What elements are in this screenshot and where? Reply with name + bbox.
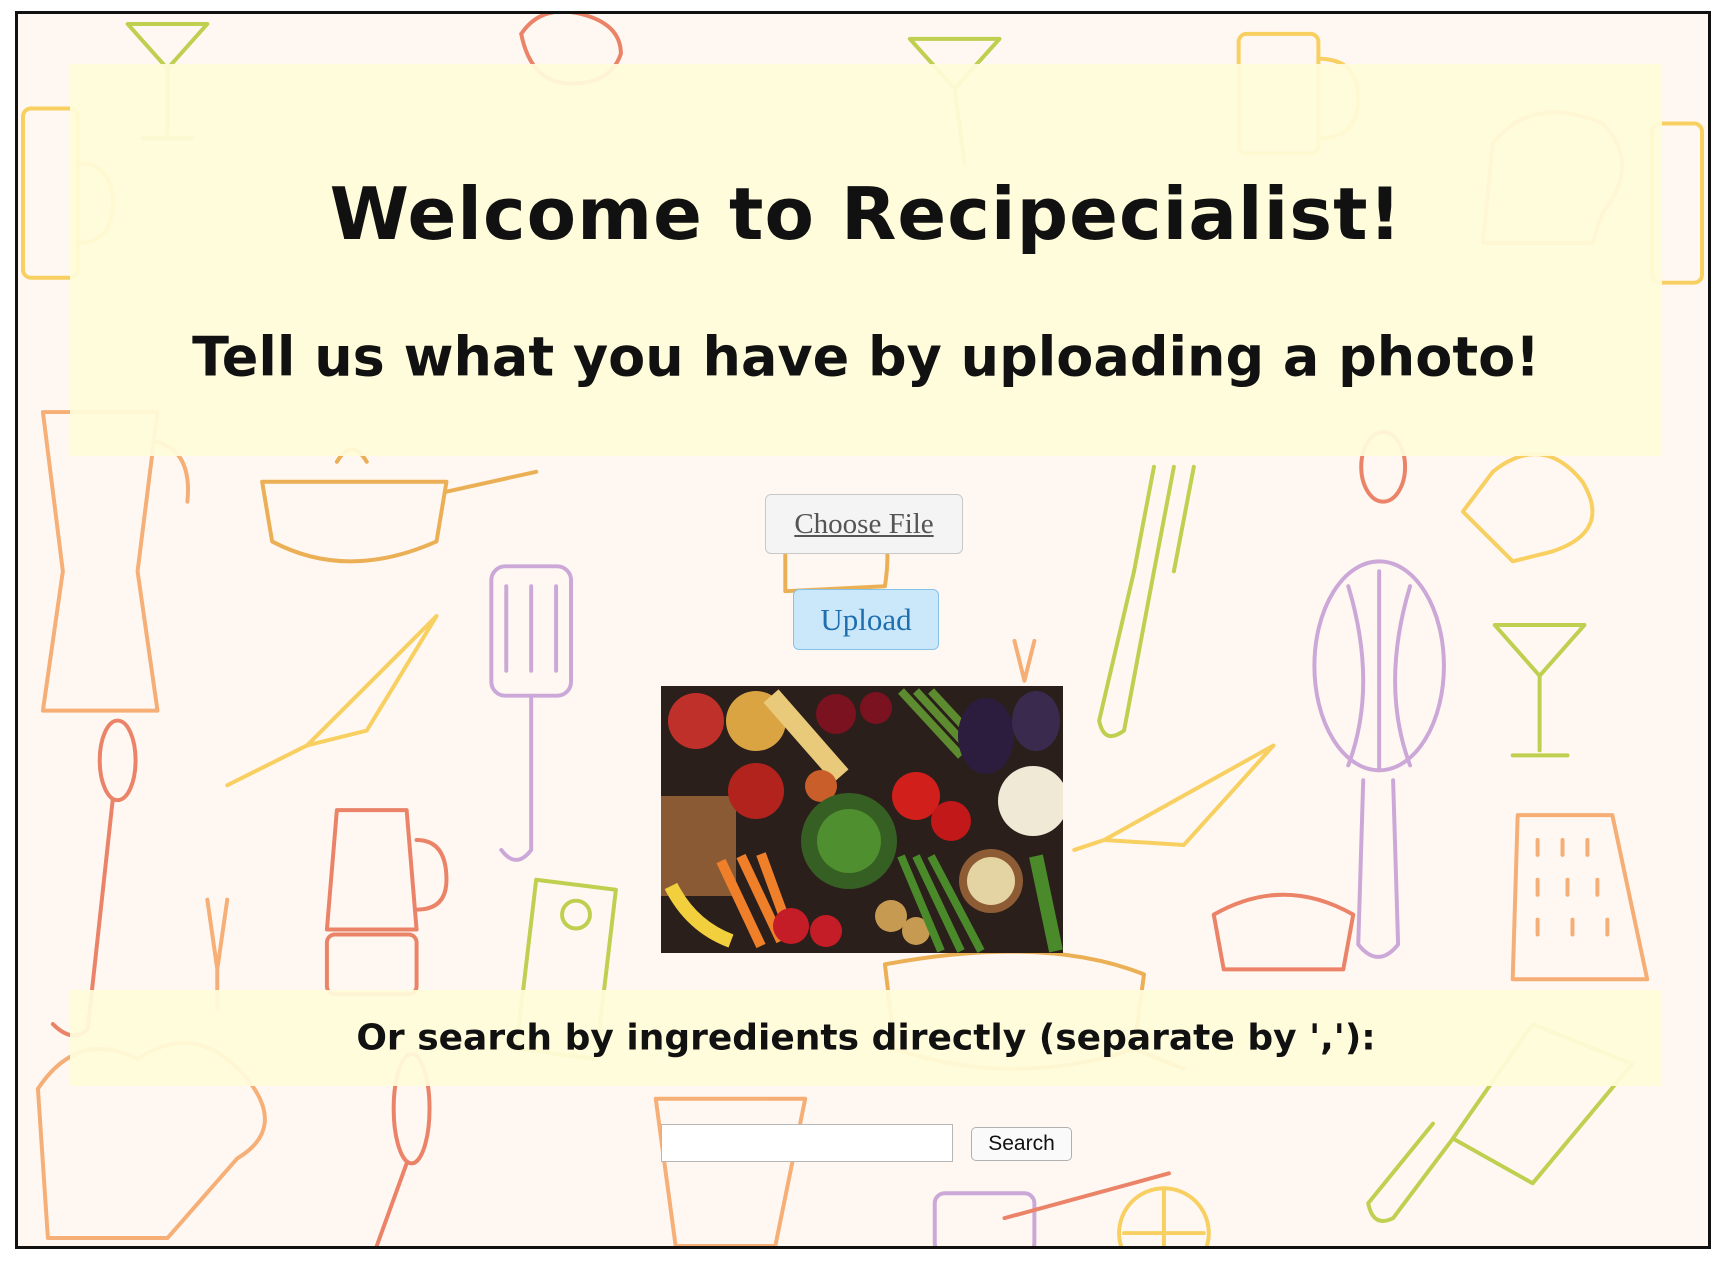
search-button[interactable]: Search: [971, 1127, 1072, 1161]
vegetables-photo-icon: [661, 686, 1063, 953]
page-frame: Welcome to Recipecialist! Tell us what y…: [15, 11, 1711, 1249]
chef-hat-icon: [1460, 452, 1595, 564]
upload-button[interactable]: Upload: [793, 589, 939, 650]
knife-icon: [1072, 743, 1276, 852]
lemon-icon: [1117, 1186, 1211, 1246]
grater-icon: [1510, 813, 1650, 982]
cocktail-glass-icon: [1492, 623, 1587, 758]
page-title: Welcome to Recipecialist!: [329, 172, 1403, 256]
search-panel: Or search by ingredients directly (separ…: [70, 990, 1662, 1086]
search-prompt: Or search by ingredients directly (separ…: [356, 1017, 1376, 1059]
cooking-pot-icon: [260, 447, 539, 564]
page-subtitle: Tell us what you have by uploading a pho…: [192, 325, 1540, 389]
welcome-panel: Welcome to Recipecialist! Tell us what y…: [70, 64, 1662, 456]
knife-icon: [225, 614, 439, 788]
ingredients-search-input[interactable]: [661, 1124, 953, 1162]
whisk-icon: [1312, 559, 1446, 959]
mixer-icon: [1211, 892, 1356, 972]
spoon-icon: [50, 718, 138, 1038]
measuring-cup-icon: [653, 1096, 808, 1246]
choose-file-button[interactable]: Choose File: [765, 494, 963, 554]
fork-icon: [1012, 638, 1037, 683]
moka-pot-icon: [40, 410, 191, 713]
blender-icon: [324, 808, 449, 997]
spatula-icon: [489, 564, 574, 862]
spatula-icon: [932, 1191, 1037, 1246]
fork-icon: [1097, 464, 1196, 739]
